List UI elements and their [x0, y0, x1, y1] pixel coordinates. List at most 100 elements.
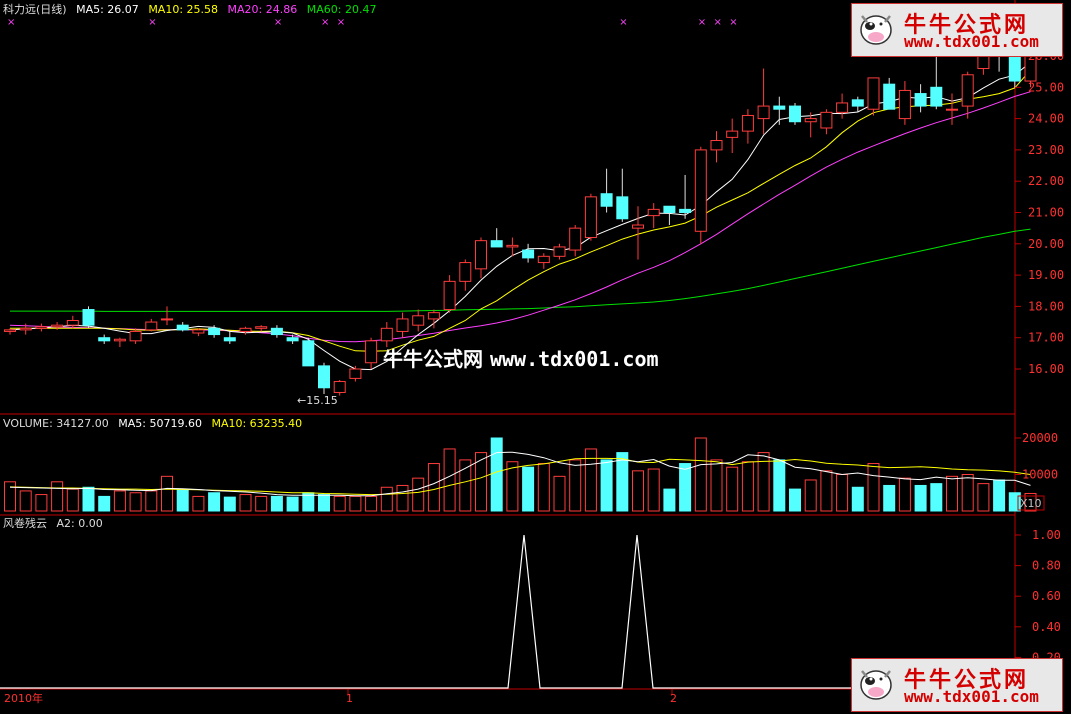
candle-body	[490, 240, 503, 248]
candle-body	[569, 227, 582, 251]
candle-body	[647, 208, 660, 217]
candle-body	[663, 205, 676, 214]
volume-bar	[176, 488, 189, 512]
volume-bar	[223, 496, 236, 512]
candle-body	[113, 338, 126, 342]
candle-body	[789, 105, 801, 123]
volume-bar	[396, 484, 409, 512]
candle-body	[584, 196, 597, 239]
candle-body	[318, 365, 330, 389]
candle-body	[836, 102, 849, 113]
volume-bar	[647, 468, 660, 512]
candle-body	[616, 196, 629, 220]
volume-bar	[66, 488, 79, 512]
candle-body	[459, 262, 472, 282]
volume-bar	[270, 495, 283, 512]
signal-mark: ×	[729, 17, 737, 28]
candle-body	[930, 86, 943, 107]
center-watermark: 牛牛公式网 www.tdx001.com	[383, 343, 659, 372]
volume-bar	[569, 459, 582, 512]
candle-body	[757, 105, 770, 120]
volume-bar	[459, 459, 472, 512]
volume-bar	[898, 477, 911, 512]
candle-body	[161, 318, 173, 321]
volume-bar	[443, 448, 456, 512]
volume-bar	[239, 494, 252, 512]
candle-body	[773, 105, 786, 110]
candle-body	[804, 118, 817, 123]
candle-body	[192, 329, 205, 334]
candle-body	[129, 330, 142, 342]
multiplier-label: X10	[1020, 497, 1042, 510]
price-tick-label: 25.00	[1028, 80, 1064, 94]
volume-bar	[741, 461, 754, 512]
volume-bar	[412, 477, 425, 512]
candle-body	[1008, 55, 1021, 82]
volume-bar	[255, 495, 268, 512]
watermark-logo-top: 牛牛公式网 www.tdx001.com	[851, 3, 1063, 57]
candle-body	[427, 312, 440, 320]
price-tick-label: 20.00	[1028, 237, 1064, 251]
price-tick-label: 21.00	[1028, 206, 1064, 220]
indicator-tick-label: 1.00	[1032, 528, 1061, 542]
volume-bar	[553, 475, 566, 512]
candle-body	[51, 324, 64, 328]
cow-icon	[860, 15, 892, 45]
volume-bar	[993, 479, 1006, 512]
price-tick-label: 22.00	[1028, 174, 1064, 188]
candle-body	[475, 240, 487, 270]
volume-bar	[51, 481, 64, 512]
watermark-logo-bottom: 牛牛公式网 www.tdx001.com	[851, 658, 1063, 712]
candle-body	[255, 326, 268, 329]
volume-bar	[82, 486, 95, 512]
price-tick-label: 17.00	[1028, 331, 1064, 345]
center-watermark-url: www.tdx001.com	[489, 347, 659, 371]
candle-body	[66, 319, 79, 326]
signal-mark: ×	[714, 17, 722, 28]
volume-bars	[4, 437, 1037, 512]
volume-bar	[208, 492, 221, 512]
candle-body	[4, 329, 16, 332]
signal-mark: ×	[698, 17, 706, 28]
watermark-url-bottom: www.tdx001.com	[904, 687, 1039, 706]
volume-bar	[1008, 492, 1021, 512]
volume-bar	[977, 483, 990, 512]
volume-bar	[113, 490, 126, 512]
volume-label: VOLUME: 34127.00 MA5: 50719.60 MA10: 632…	[3, 417, 302, 430]
candle-body	[710, 140, 723, 151]
price-tick-label: 23.00	[1028, 143, 1064, 157]
volume-bar	[19, 490, 32, 512]
price-tick-label: 18.00	[1028, 299, 1064, 313]
candle-body	[380, 327, 393, 342]
volume-bar	[726, 466, 739, 512]
signal-mark: ×	[337, 17, 345, 28]
volume-bar	[616, 452, 629, 512]
volume-bar	[537, 463, 550, 512]
volume-bar	[98, 495, 111, 512]
candle-body	[270, 327, 283, 336]
volume-bar	[632, 470, 644, 512]
volume-bar	[694, 437, 707, 512]
candle-body	[553, 246, 566, 257]
indicator-tick-label: 0.40	[1032, 620, 1061, 634]
candle-body	[176, 324, 189, 331]
candle-body	[506, 244, 519, 248]
candle-body	[820, 111, 833, 129]
volume-bar	[679, 463, 692, 512]
volume-bar	[286, 496, 299, 512]
volume-bar	[522, 466, 535, 512]
volume-bar	[663, 488, 676, 512]
candle-body	[223, 337, 236, 342]
volume-bar	[380, 486, 393, 512]
candle-body	[443, 280, 456, 311]
volume-bar	[365, 495, 378, 512]
candle-body	[82, 309, 95, 326]
signal-mark: ×	[619, 17, 627, 28]
title-label: 科力远(日线) MA5: 26.07 MA10: 25.58 MA20: 24.…	[3, 2, 376, 16]
price-ma20-line	[9, 91, 1031, 343]
candle-body	[883, 83, 896, 110]
candle-body	[145, 321, 158, 331]
indicator-label: 风卷残云 A2: 0.00	[3, 516, 103, 530]
candle-body	[537, 255, 550, 264]
volume-bar	[427, 463, 440, 512]
